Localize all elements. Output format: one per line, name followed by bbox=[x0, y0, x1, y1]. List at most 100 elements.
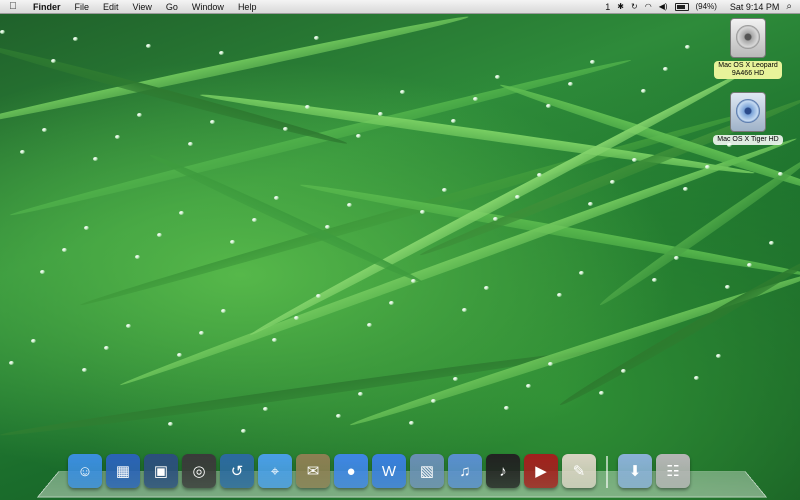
battery-icon[interactable] bbox=[674, 2, 689, 12]
menu-help[interactable]: Help bbox=[231, 2, 264, 12]
iweb-icon[interactable]: W bbox=[372, 454, 406, 488]
menu-clock[interactable]: Sat 9:14 PM bbox=[724, 2, 780, 12]
menu-file[interactable]: File bbox=[68, 2, 97, 12]
water-drop bbox=[316, 294, 321, 298]
water-drop bbox=[705, 165, 710, 169]
water-drop bbox=[219, 51, 224, 55]
label-line: 9A466 HD bbox=[731, 70, 765, 77]
spotlight-search-icon[interactable]: ⌕ bbox=[786, 1, 792, 12]
time-machine-icon[interactable]: ↺ bbox=[220, 454, 254, 488]
menu-bar:  Finder File Edit View Go Window Help 1… bbox=[0, 0, 800, 14]
trash-icon[interactable]: ☷ bbox=[656, 454, 690, 488]
water-drop bbox=[420, 210, 425, 214]
water-drop bbox=[358, 392, 363, 396]
water-drop bbox=[453, 377, 458, 381]
water-drop bbox=[716, 354, 721, 358]
water-drop bbox=[683, 187, 688, 191]
dvd-player-icon[interactable]: ▶ bbox=[524, 454, 558, 488]
water-drop bbox=[241, 429, 246, 433]
desktop-icon-leopard-hd[interactable]: Mac OS X Leopard 9A466 HD bbox=[706, 18, 790, 79]
dashboard-icon[interactable]: ▦ bbox=[106, 454, 140, 488]
water-drop bbox=[62, 248, 67, 252]
water-drop bbox=[104, 346, 109, 350]
spaces-indicator[interactable]: 1 bbox=[605, 2, 610, 12]
spaces-icon[interactable]: ▣ bbox=[144, 454, 178, 488]
iphoto-icon[interactable]: ▧ bbox=[410, 454, 444, 488]
label-line: Mac OS X Tiger HD bbox=[717, 136, 779, 143]
water-drop bbox=[31, 339, 36, 343]
garageband-icon[interactable]: ♪ bbox=[486, 454, 520, 488]
water-drop bbox=[367, 323, 372, 327]
water-drop bbox=[0, 30, 5, 34]
water-drop bbox=[685, 45, 690, 49]
water-drop bbox=[462, 308, 467, 312]
desktop-icon-label: Mac OS X Tiger HD bbox=[713, 135, 783, 145]
water-drop bbox=[378, 112, 383, 116]
water-drop bbox=[473, 97, 478, 101]
water-drop bbox=[20, 150, 25, 154]
water-drop bbox=[442, 188, 447, 192]
water-drop bbox=[51, 59, 56, 63]
water-drop bbox=[548, 362, 553, 366]
menu-extras: 1 ✱ ↻ ◠ ◀) (94%) Sat 9:14 PM ⌕ bbox=[605, 1, 800, 12]
water-drop bbox=[515, 195, 520, 199]
water-drop bbox=[641, 89, 646, 93]
menu-go[interactable]: Go bbox=[159, 2, 185, 12]
time-machine-status-icon[interactable]: ↻ bbox=[631, 2, 638, 11]
water-drop bbox=[252, 218, 257, 222]
finder-icon[interactable]: ☺ bbox=[68, 454, 102, 488]
water-drop bbox=[146, 44, 151, 48]
ichat-bubble-icon[interactable]: ● bbox=[334, 454, 368, 488]
water-drop bbox=[652, 278, 657, 282]
water-drop bbox=[168, 422, 173, 426]
menu-view[interactable]: View bbox=[126, 2, 159, 12]
bluetooth-icon[interactable]: ✱ bbox=[617, 2, 624, 11]
desktop-icon-tiger-hd[interactable]: Mac OS X Tiger HD bbox=[706, 92, 790, 145]
water-drop bbox=[504, 406, 509, 410]
water-drop bbox=[84, 226, 89, 230]
water-drop bbox=[179, 211, 184, 215]
water-drop bbox=[115, 135, 120, 139]
menu-app-name[interactable]: Finder bbox=[26, 2, 68, 12]
downloads-folder-icon[interactable]: ⬇ bbox=[618, 454, 652, 488]
water-drop bbox=[73, 37, 78, 41]
grass-blade bbox=[557, 250, 800, 410]
textedit-icon[interactable]: ✎ bbox=[562, 454, 596, 488]
water-drop bbox=[579, 271, 584, 275]
water-drop bbox=[599, 391, 604, 395]
water-drop bbox=[325, 225, 330, 229]
water-drop bbox=[621, 369, 626, 373]
apple-logo-icon[interactable]:  bbox=[0, 1, 26, 12]
water-drop bbox=[493, 217, 498, 221]
volume-icon[interactable]: ◀) bbox=[659, 2, 668, 11]
water-drop bbox=[495, 75, 500, 79]
water-drop bbox=[632, 158, 637, 162]
water-drop bbox=[484, 286, 489, 290]
water-drop bbox=[451, 119, 456, 123]
water-drop bbox=[347, 203, 352, 207]
water-drop bbox=[274, 196, 279, 200]
water-drop bbox=[400, 90, 405, 94]
water-drop bbox=[356, 134, 361, 138]
water-drop bbox=[82, 368, 87, 372]
itunes-icon[interactable]: ♫ bbox=[448, 454, 482, 488]
water-drop bbox=[40, 270, 45, 274]
water-drop bbox=[230, 240, 235, 244]
water-drop bbox=[283, 127, 288, 131]
water-drop bbox=[389, 301, 394, 305]
water-drop bbox=[157, 233, 162, 237]
menu-window[interactable]: Window bbox=[185, 2, 231, 12]
dock-separator bbox=[606, 456, 608, 488]
menu-edit[interactable]: Edit bbox=[96, 2, 126, 12]
water-drop bbox=[526, 384, 531, 388]
water-drop bbox=[210, 120, 215, 124]
water-drop bbox=[221, 309, 226, 313]
water-drop bbox=[177, 353, 182, 357]
water-drop bbox=[135, 255, 140, 259]
wifi-icon[interactable]: ◠ bbox=[645, 2, 652, 11]
mail-stamp-icon[interactable]: ✉ bbox=[296, 454, 330, 488]
activity-dial-icon[interactable]: ◎ bbox=[182, 454, 216, 488]
water-drop bbox=[725, 285, 730, 289]
safari-compass-icon[interactable]: ⌖ bbox=[258, 454, 292, 488]
water-drop bbox=[42, 128, 47, 132]
